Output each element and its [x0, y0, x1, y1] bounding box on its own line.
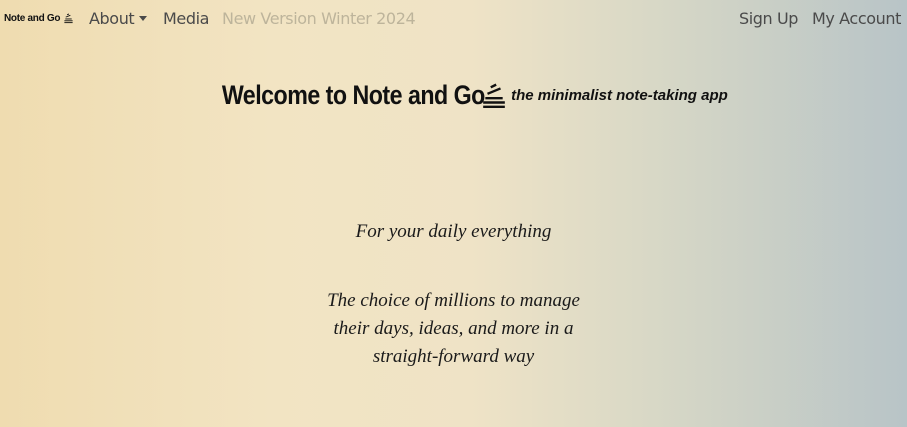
hero-description: The choice of millions to manage their d… [0, 287, 907, 371]
nav-media-link[interactable]: Media [163, 9, 209, 28]
nav-new-version-link[interactable]: New Version Winter 2024 [222, 9, 416, 28]
brand-logo-link[interactable]: Note and Go [4, 13, 74, 24]
page-subtitle: the minimalist note-taking app [511, 87, 728, 104]
stacked-notes-icon [64, 13, 73, 24]
sign-up-link[interactable]: Sign Up [739, 9, 798, 28]
nav-about-label: About [89, 9, 135, 28]
caret-down-icon [139, 16, 148, 21]
brand-name: Note and Go [4, 13, 61, 24]
description-line: The choice of millions to manage [327, 290, 580, 311]
description-line: their days, ideas, and more in a [333, 318, 574, 339]
nav-about-dropdown[interactable]: About [89, 9, 148, 28]
page-title: Welcome to Note and Go [222, 80, 486, 110]
description-line: straight-forward way [372, 346, 535, 367]
hero-heading: Welcome to Note and Go the minimalist no… [0, 80, 907, 111]
hero-tagline: For your daily everything [355, 221, 552, 242]
my-account-link[interactable]: My Account [812, 9, 901, 28]
top-navbar: Note and Go About Media New Version Wint… [0, 0, 907, 38]
